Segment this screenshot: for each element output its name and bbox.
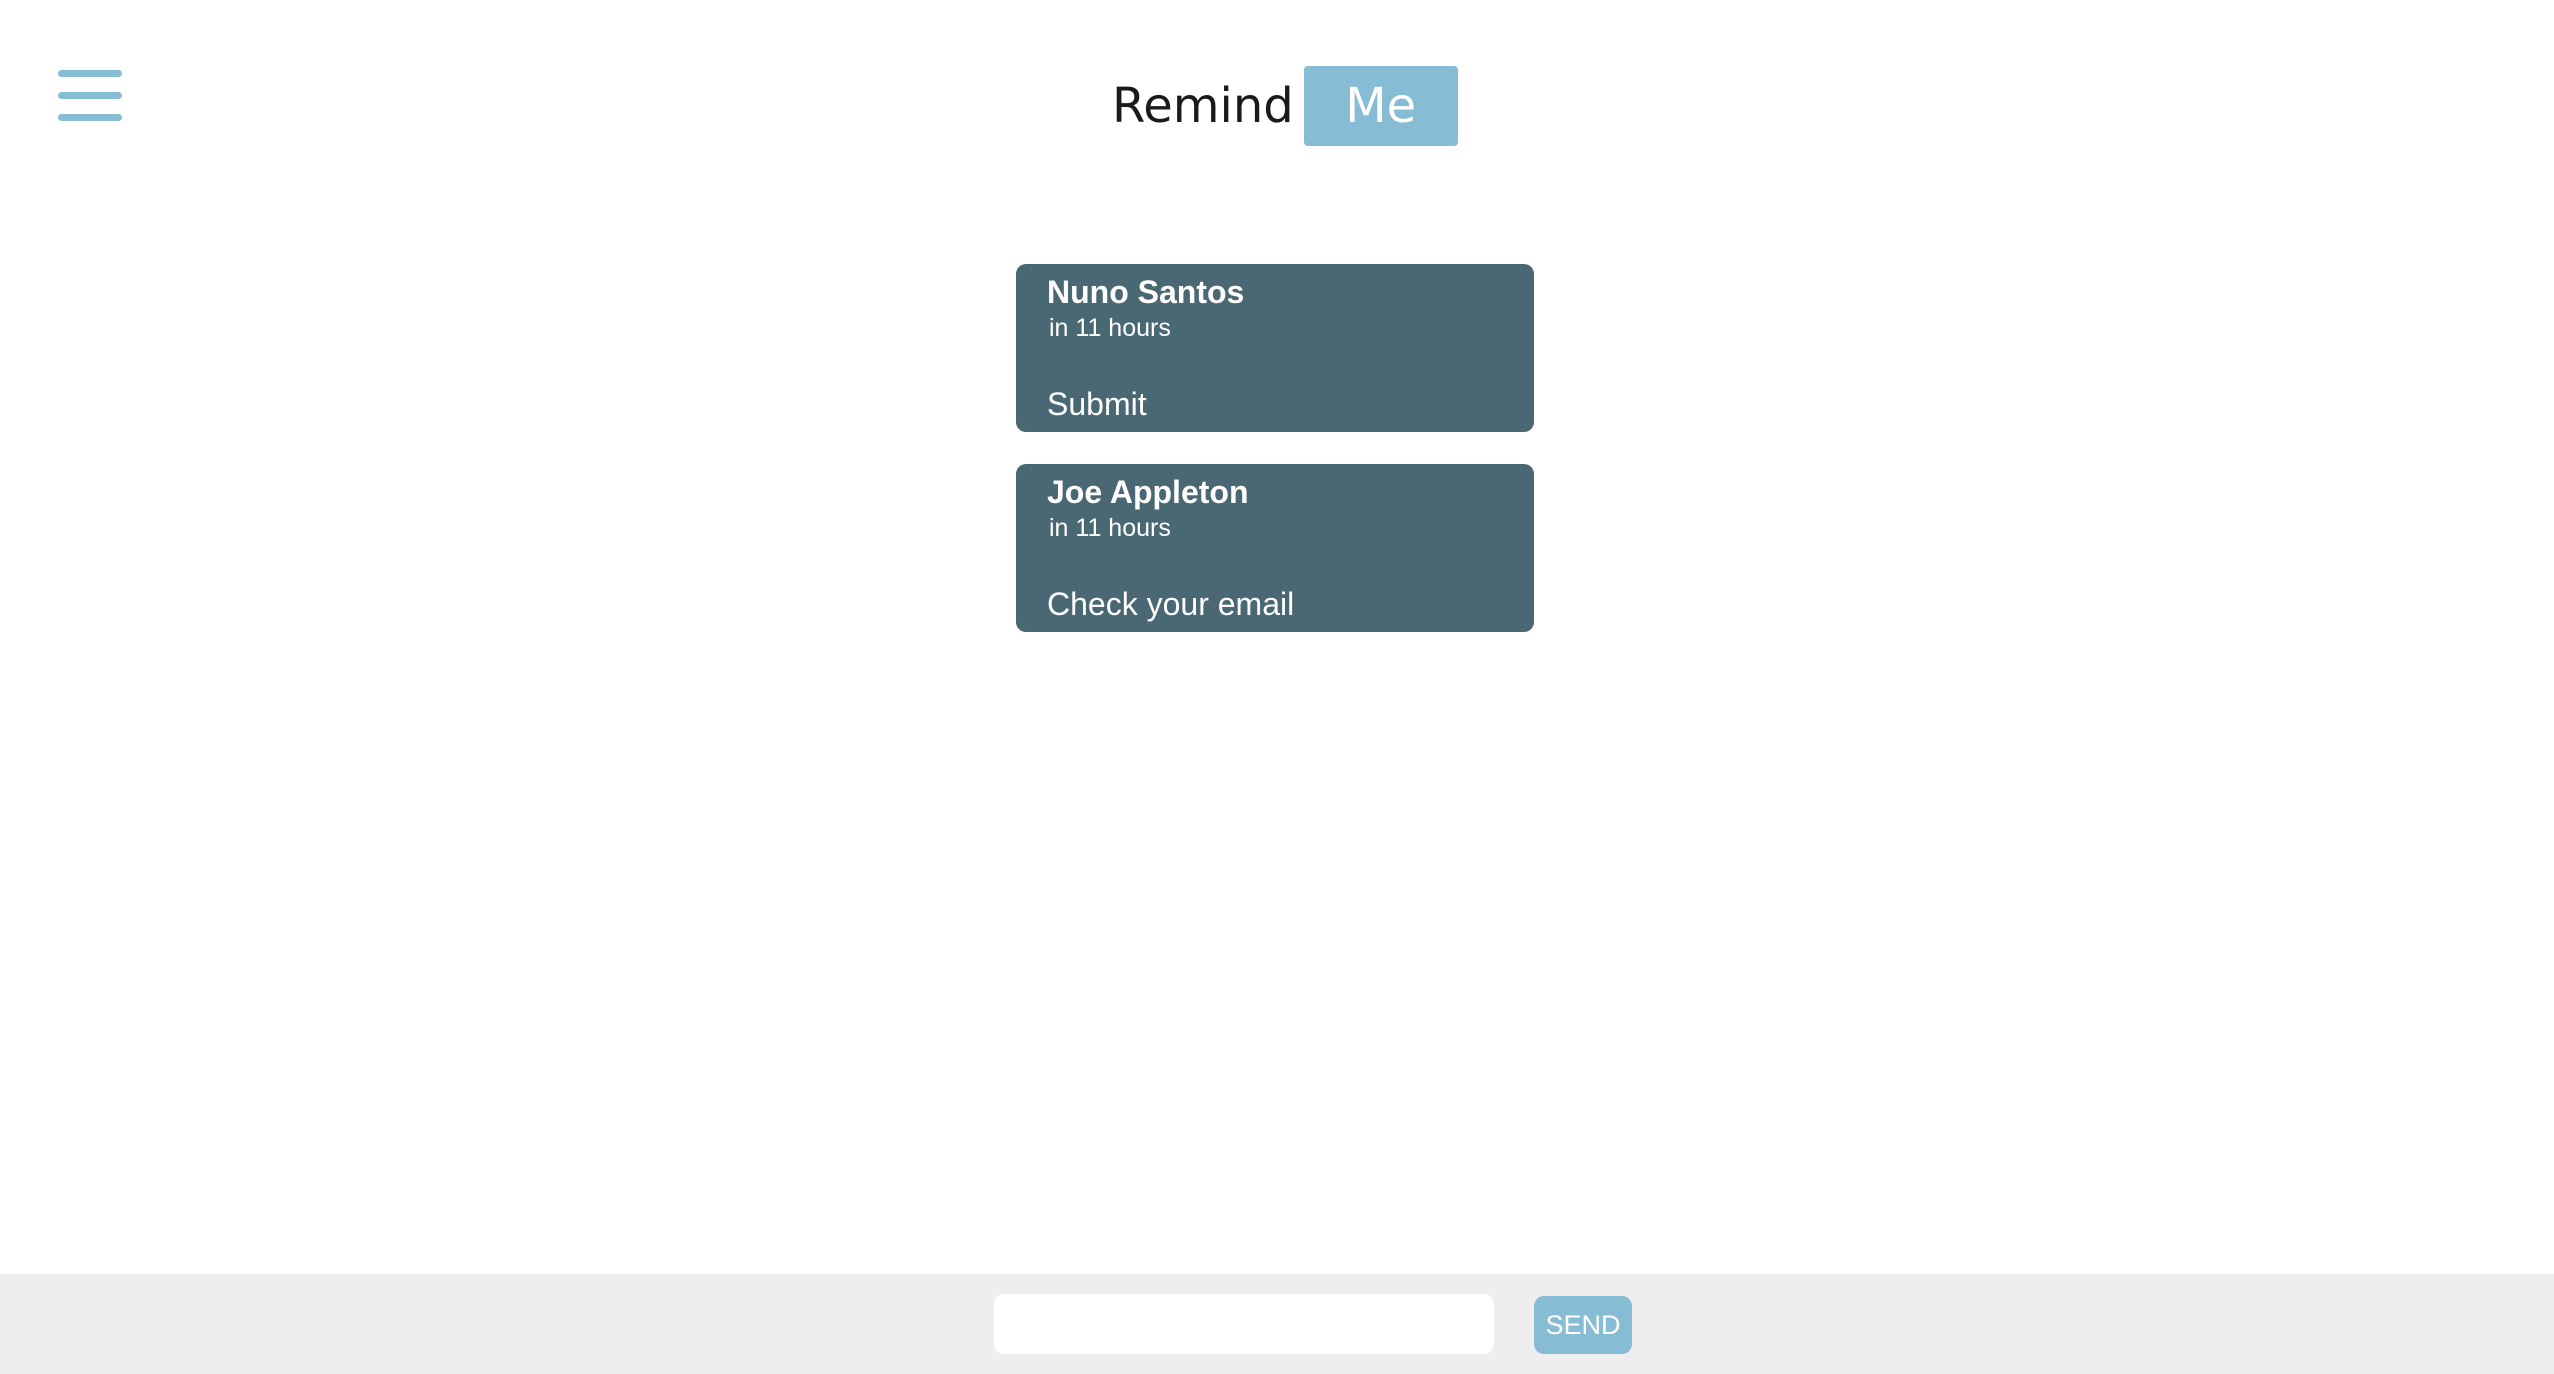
logo-word-remind: Remind <box>1112 78 1294 134</box>
reminder-sender-name: Joe Appleton <box>1047 474 1249 510</box>
reminder-message: Check your email <box>1047 586 1295 622</box>
menu-bar-bottom <box>58 114 122 121</box>
reminder-time: in 11 hours <box>1049 514 1171 542</box>
menu-bar-middle <box>58 92 122 99</box>
message-composer-bar: SEND <box>0 1274 2554 1374</box>
reminder-card[interactable]: Joe Appleton in 11 hours Check your emai… <box>1016 464 1534 632</box>
app-page: Remind Me Nuno Santos in 11 hours Submit… <box>0 0 2554 1374</box>
send-button[interactable]: SEND <box>1534 1296 1632 1354</box>
hamburger-menu-icon[interactable] <box>58 70 122 122</box>
reminder-sender-name: Nuno Santos <box>1047 274 1245 310</box>
logo-word-me: Me <box>1303 66 1458 146</box>
reminder-time: in 11 hours <box>1049 314 1171 342</box>
app-logo: Remind Me <box>1112 66 1458 146</box>
reminder-list: Nuno Santos in 11 hours Submit Joe Apple… <box>1016 264 1534 664</box>
reminder-message: Submit <box>1047 386 1147 422</box>
menu-bar-top <box>58 70 122 77</box>
reminder-card[interactable]: Nuno Santos in 11 hours Submit <box>1016 264 1534 432</box>
message-input[interactable] <box>994 1294 1494 1354</box>
